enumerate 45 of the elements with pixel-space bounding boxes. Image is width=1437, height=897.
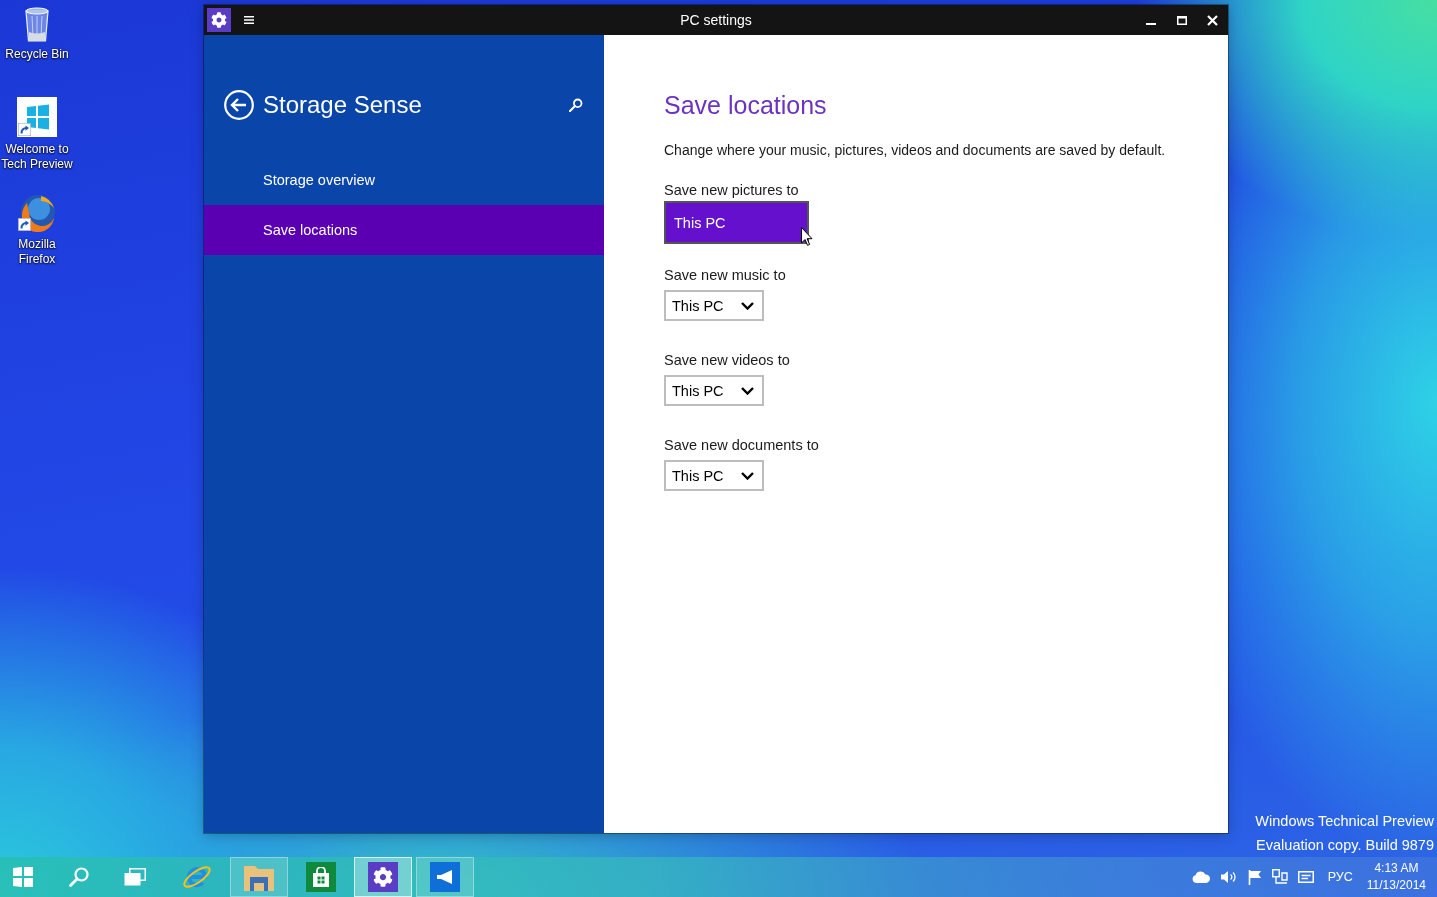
nav-item[interactable]: Save locations (204, 205, 604, 255)
menu-icon[interactable] (244, 16, 254, 24)
window-panes-icon[interactable] (13, 867, 33, 887)
desktop-icon-label[interactable]: Welcome to Tech Preview (0, 142, 74, 172)
taskbar-app-button[interactable] (416, 857, 474, 897)
location-dropdown[interactable]: This PC (664, 375, 764, 406)
build-info-text: Evaluation copy. Build 9879 (1256, 836, 1434, 855)
chevron-down-icon (741, 386, 754, 395)
setting-label: Save new pictures to (664, 181, 799, 200)
language-indicator[interactable]: РУС (1327, 870, 1353, 884)
clock-date[interactable]: 11/13/2014 (1366, 877, 1426, 894)
gear-icon (207, 8, 231, 32)
desktop-icon-label[interactable]: Mozilla Firefox (0, 237, 74, 267)
desktop-icon-label[interactable]: Recycle Bin (0, 47, 74, 62)
setting-label: Save new videos to (664, 351, 790, 370)
location-dropdown[interactable]: This PC (664, 201, 809, 244)
megaphone-icon[interactable] (430, 862, 460, 892)
cloud-icon[interactable] (1191, 871, 1210, 883)
nav-item[interactable]: Storage overview (204, 155, 604, 205)
sidebar-title: Storage Sense (263, 90, 422, 120)
search-icon[interactable] (569, 98, 583, 112)
gear-icon[interactable] (368, 862, 398, 892)
flag-icon[interactable] (1247, 869, 1262, 885)
location-dropdown[interactable]: This PC (664, 290, 764, 321)
close-icon[interactable] (1207, 14, 1218, 26)
window-title: PC settings (680, 12, 752, 28)
chevron-down-icon (741, 301, 754, 310)
page-title: Save locations (664, 90, 827, 121)
maximize-icon[interactable] (1176, 15, 1187, 25)
location-dropdown[interactable]: This PC (664, 460, 764, 491)
build-info-text: Windows Technical Preview (1255, 812, 1434, 831)
clock-time[interactable]: 4:13 AM (1374, 860, 1419, 877)
taskbar-app-button[interactable] (354, 857, 412, 897)
network-monitor-icon[interactable] (1271, 869, 1288, 885)
window-panes-tile-icon[interactable] (17, 97, 57, 137)
shopping-bag-icon[interactable] (306, 862, 336, 892)
setting-label: Save new music to (664, 266, 786, 285)
task-view-icon[interactable] (124, 868, 146, 886)
chevron-down-icon (741, 471, 754, 480)
setting-label: Save new documents to (664, 436, 819, 455)
page-description: Change where your music, pictures, videos and documents are saved by default. (664, 141, 1166, 160)
mouse-cursor-icon (801, 227, 813, 246)
message-icon[interactable] (1297, 871, 1314, 883)
speaker-icon[interactable] (1219, 870, 1238, 884)
taskbar-app-button[interactable] (230, 857, 288, 897)
